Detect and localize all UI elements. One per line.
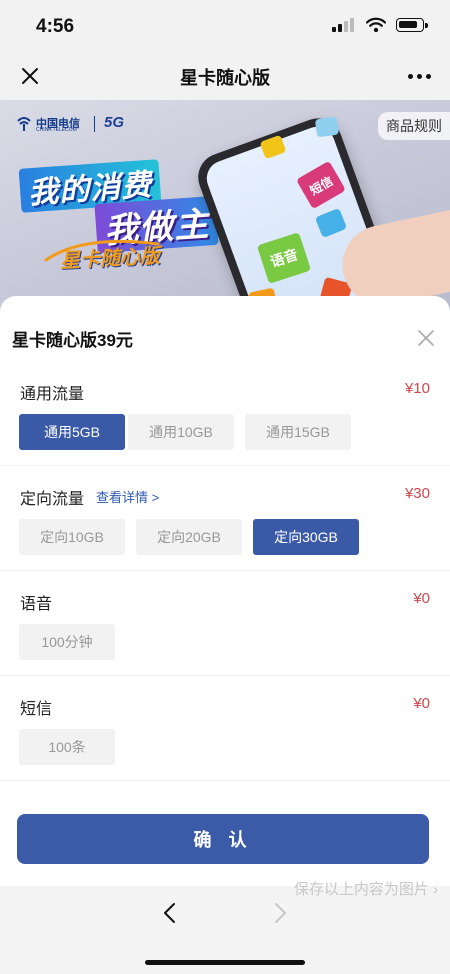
section-general-data: 通用流量 ¥10 通用5GB 通用10GB 通用15GB xyxy=(0,380,450,466)
browser-bottom-bar xyxy=(0,886,450,974)
section-label: 短信 xyxy=(20,701,53,718)
section-price: ¥0 xyxy=(413,590,430,607)
option-chip-targeted-30gb[interactable]: 定向30GB xyxy=(253,519,359,555)
wifi-icon xyxy=(366,17,386,33)
status-icons xyxy=(318,17,428,34)
home-indicator xyxy=(145,960,305,965)
logo-subtext: CHINA TELECOM xyxy=(36,127,77,133)
section-price: ¥0 xyxy=(413,695,430,712)
status-time: 4:56 xyxy=(36,16,75,37)
section-price: ¥30 xyxy=(404,485,430,502)
product-script: 星卡随心版 xyxy=(59,245,161,273)
view-details-link[interactable]: 查看详情 > xyxy=(96,487,159,506)
section-price: ¥10 xyxy=(404,380,430,397)
puzzle-piece xyxy=(314,116,340,138)
option-chip-general-15gb[interactable]: 通用15GB xyxy=(245,414,351,450)
status-bar: 4:56 xyxy=(0,0,450,52)
forward-arrow-icon[interactable] xyxy=(270,902,290,924)
section-sms: 短信 ¥0 100条 xyxy=(0,695,450,781)
option-chip-sms-100[interactable]: 100条 xyxy=(19,729,115,765)
option-chip-targeted-10gb[interactable]: 定向10GB xyxy=(19,519,125,555)
puzzle-label-sms: 短信 xyxy=(307,173,336,198)
nav-bar: 星卡随心版 xyxy=(0,52,450,100)
logo-divider xyxy=(94,116,95,132)
option-chip-general-5gb[interactable]: 通用5GB xyxy=(19,414,125,450)
section-voice: 语音 ¥0 100分钟 xyxy=(0,590,450,676)
more-icon[interactable] xyxy=(408,66,432,86)
telecom-logo-icon xyxy=(17,117,31,131)
puzzle-label-voice: 语音 xyxy=(268,246,300,270)
section-label: 语音 xyxy=(20,596,53,613)
promo-banner: 中国电信 CHINA TELECOM 5G 商品规则 我的消费 我做主 星卡随心… xyxy=(0,100,450,310)
page-title: 星卡随心版 xyxy=(180,68,270,88)
confirm-button[interactable]: 确 认 xyxy=(17,814,429,864)
logo-5g: 5G xyxy=(104,114,125,131)
signal-icon xyxy=(332,18,354,32)
option-chip-voice-100min[interactable]: 100分钟 xyxy=(19,624,115,660)
back-arrow-icon[interactable] xyxy=(160,902,180,924)
battery-icon xyxy=(396,18,428,32)
save-as-image-hint[interactable]: 保存以上内容为图片 › xyxy=(294,878,438,899)
option-chip-general-10gb[interactable]: 通用10GB xyxy=(128,414,234,450)
section-targeted-data: 定向流量 查看详情 > ¥30 定向10GB 定向20GB 定向30GB xyxy=(0,485,450,571)
product-rules-button[interactable]: 商品规则 xyxy=(378,112,450,140)
section-label: 定向流量 xyxy=(20,491,85,508)
option-chip-targeted-20gb[interactable]: 定向20GB xyxy=(136,519,242,555)
package-sheet: 星卡随心版39元 通用流量 ¥10 通用5GB 通用10GB 通用15GB 定向… xyxy=(0,296,450,886)
close-icon[interactable] xyxy=(416,328,436,348)
section-label: 通用流量 xyxy=(20,386,85,403)
sheet-title: 星卡随心版39元 xyxy=(12,331,133,350)
